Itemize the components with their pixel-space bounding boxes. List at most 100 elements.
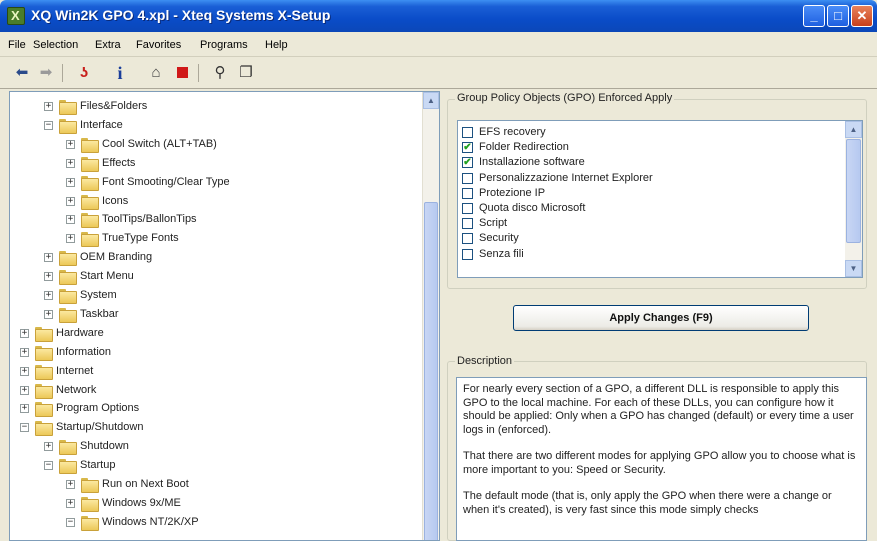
- tree-item-label: Network: [56, 383, 97, 396]
- apply-changes-button[interactable]: Apply Changes (F9): [513, 305, 809, 331]
- app-icon[interactable]: [7, 7, 25, 25]
- tree-item-label: Cool Switch (ALT+TAB): [102, 137, 217, 150]
- checkbox[interactable]: [462, 172, 473, 184]
- scroll-down-arrow-icon[interactable]: ▼: [845, 260, 862, 277]
- scroll-thumb[interactable]: [424, 202, 438, 540]
- description-paragraph: That there are two different modes for a…: [463, 450, 856, 476]
- tree-item-label: Files&Folders: [80, 100, 148, 112]
- gpo-item-label: Installazione software: [479, 156, 585, 169]
- expand-icon[interactable]: +: [44, 442, 53, 452]
- tree-item-label: Windows NT/2K/XP: [102, 515, 199, 528]
- expand-icon[interactable]: +: [66, 139, 75, 149]
- checkbox[interactable]: [462, 248, 473, 260]
- tree-item-label: Shutdown: [80, 440, 129, 453]
- expand-icon[interactable]: +: [66, 215, 75, 225]
- checkbox[interactable]: [462, 127, 473, 138]
- tree-item-label: System: [80, 289, 117, 301]
- tree-item-label: Font Smooting/Clear Type: [102, 175, 230, 188]
- folder-icon: [59, 307, 77, 323]
- collapse-icon[interactable]: −: [44, 461, 53, 471]
- folder-icon: [59, 459, 77, 475]
- gpo-scrollbar[interactable]: ▲ ▼: [845, 121, 862, 277]
- menu-help[interactable]: Help: [265, 39, 288, 51]
- checkbox[interactable]: [462, 203, 473, 214]
- stop-icon[interactable]: [172, 63, 192, 83]
- scroll-up-arrow-icon[interactable]: ▲: [845, 121, 862, 138]
- tree-item-label: Interface: [80, 118, 123, 131]
- folder-icon: [81, 137, 99, 153]
- checkbox[interactable]: [462, 233, 473, 245]
- folder-icon: [35, 421, 53, 437]
- expand-icon[interactable]: +: [44, 291, 53, 300]
- folder-icon: [59, 251, 77, 267]
- forward-arrow-icon[interactable]: ➡: [36, 63, 56, 83]
- checkbox[interactable]: ✔: [462, 157, 473, 169]
- toolbar-separator: [62, 64, 63, 82]
- scroll-thumb[interactable]: [846, 139, 861, 243]
- folder-icon: [35, 402, 53, 418]
- collapse-icon[interactable]: −: [66, 517, 75, 527]
- menu-file[interactable]: File: [8, 39, 26, 51]
- tree-item-label: Startup/Shutdown: [56, 421, 144, 434]
- description-paragraph: For nearly every section of a GPO, a dif…: [463, 383, 854, 436]
- menu-extra[interactable]: Extra: [95, 39, 121, 51]
- gpo-group-title: Group Policy Objects (GPO) Enforced Appl…: [455, 92, 675, 104]
- description-text-box[interactable]: For nearly every section of a GPO, a dif…: [456, 377, 867, 541]
- tree-item-label: Icons: [102, 194, 129, 207]
- expand-icon[interactable]: +: [44, 309, 53, 319]
- tree-scrollbar[interactable]: ▲: [422, 92, 439, 540]
- gpo-checklist[interactable]: EFS recovery ✔ Folder Redirection ✔ Installa…: [457, 120, 863, 278]
- expand-icon[interactable]: +: [44, 102, 53, 111]
- folder-icon: [35, 383, 53, 399]
- menu-favorites[interactable]: Favorites: [136, 39, 181, 51]
- checkbox[interactable]: [462, 187, 473, 199]
- collapse-icon[interactable]: −: [44, 120, 53, 130]
- expand-icon[interactable]: +: [20, 347, 29, 357]
- expand-icon[interactable]: +: [66, 498, 75, 508]
- gpo-item-label: Folder Redirection: [479, 141, 569, 154]
- expand-icon[interactable]: +: [66, 158, 75, 168]
- tree-item-label: Run on Next Boot: [102, 478, 189, 490]
- tree-item-label: Effects: [102, 156, 136, 169]
- title-bar[interactable]: XQ Win2K GPO 4.xpl - Xteq Systems X-Setu…: [0, 0, 877, 32]
- checkbox[interactable]: ✔: [462, 142, 473, 154]
- close-button[interactable]: ✕: [851, 5, 873, 27]
- expand-icon[interactable]: +: [20, 385, 29, 395]
- menu-programs[interactable]: Programs: [200, 39, 248, 51]
- expand-icon[interactable]: +: [20, 404, 29, 414]
- gpo-item-label: Security: [479, 232, 519, 245]
- tree-item-label: OEM Branding: [80, 251, 153, 264]
- search-icon[interactable]: ⚲: [210, 63, 230, 83]
- folder-icon: [81, 156, 99, 172]
- gpo-item-label: Senza fili: [479, 247, 524, 260]
- expand-icon[interactable]: +: [66, 480, 75, 489]
- scroll-up-arrow-icon[interactable]: ▲: [423, 92, 439, 109]
- window-title: XQ Win2K GPO 4.xpl - Xteq Systems X-Setu…: [31, 7, 331, 23]
- info-icon[interactable]: i: [110, 63, 130, 83]
- expand-icon[interactable]: +: [44, 253, 53, 263]
- settings-tree[interactable]: + Files&Folders − Interface + Cool Switch (AL…: [9, 91, 440, 541]
- right-pane: Group Policy Objects (GPO) Enforced Appl…: [447, 91, 867, 541]
- minimize-button[interactable]: _: [803, 5, 825, 27]
- expand-icon[interactable]: +: [20, 366, 29, 376]
- back-arrow-icon[interactable]: ⬅: [12, 63, 32, 83]
- window-icon[interactable]: ❐: [236, 63, 256, 83]
- gpo-item-label: Script: [479, 217, 508, 230]
- folder-icon: [59, 100, 77, 115]
- expand-icon[interactable]: +: [66, 196, 75, 206]
- tree-item-label: Hardware: [56, 326, 104, 339]
- lock-icon[interactable]: ⌂: [146, 63, 166, 83]
- wizard-icon[interactable]: ʖ: [74, 63, 94, 83]
- expand-icon[interactable]: +: [66, 234, 75, 244]
- tree-item-label: Startup: [80, 459, 116, 472]
- collapse-icon[interactable]: −: [20, 423, 29, 433]
- checkbox[interactable]: [462, 218, 473, 230]
- folder-icon: [81, 496, 99, 512]
- maximize-button[interactable]: □: [827, 5, 849, 27]
- expand-icon[interactable]: +: [66, 177, 75, 187]
- menu-selection[interactable]: Selection: [33, 39, 78, 51]
- gpo-item-label: Protezione IP: [479, 186, 546, 199]
- expand-icon[interactable]: +: [20, 328, 29, 338]
- tree-item-label: TrueType Fonts: [102, 232, 179, 245]
- expand-icon[interactable]: +: [44, 272, 53, 282]
